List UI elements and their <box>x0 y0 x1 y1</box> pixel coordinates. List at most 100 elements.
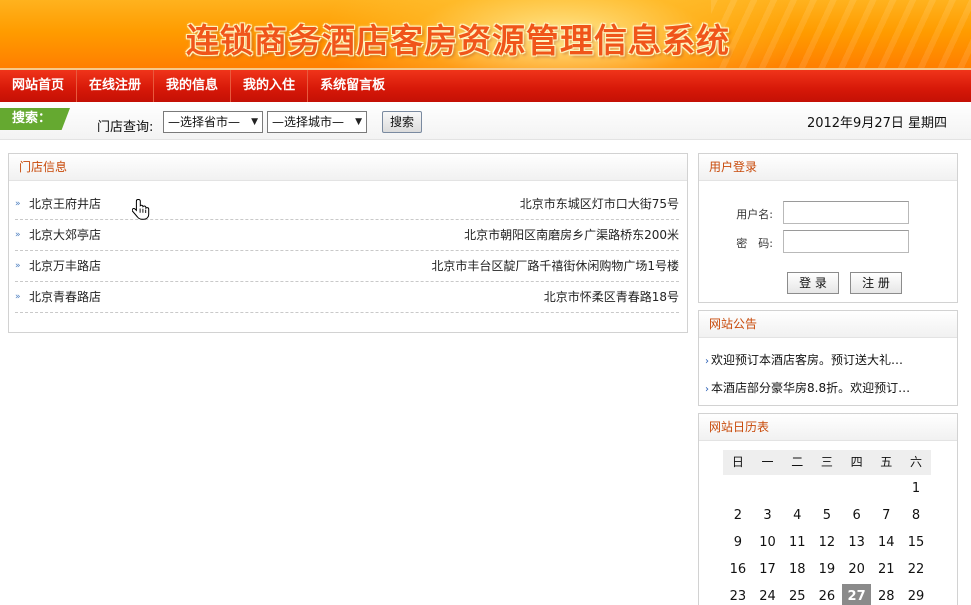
weekday-label: 日 <box>723 450 753 475</box>
weekday-label: 一 <box>752 450 783 475</box>
bullet-arrow-icon: › <box>705 356 709 367</box>
password-input[interactable] <box>783 230 909 253</box>
calendar-day[interactable]: 23 <box>723 584 753 605</box>
calendar-day[interactable]: 3 <box>753 503 783 529</box>
username-row: 用户名: <box>699 201 957 225</box>
search-tag: 搜索： <box>0 108 70 130</box>
calendar-day[interactable]: 5 <box>812 503 842 529</box>
calendar-day <box>782 476 812 502</box>
store-address: 北京市怀柔区青春路18号 <box>543 290 679 304</box>
search-bar: 搜索： 门店查询: —选择省市— ▼ —选择城市— ▼ 搜索 2012年9月27… <box>0 102 971 140</box>
hand-cursor-icon <box>132 199 150 220</box>
bullet-arrow-icon: › <box>705 384 709 395</box>
calendar-day[interactable]: 6 <box>842 503 872 529</box>
calendar-day <box>871 476 901 502</box>
calendar-day[interactable]: 17 <box>753 557 783 583</box>
calendar-day-today[interactable]: 27 <box>841 584 872 605</box>
calendar-day[interactable]: 2 <box>723 503 753 529</box>
province-select[interactable]: —选择省市— ▼ <box>163 111 263 133</box>
nav-item-my-stays[interactable]: 我的入住 <box>231 70 309 102</box>
calendar-day <box>812 476 842 502</box>
search-button[interactable]: 搜索 <box>382 111 422 133</box>
site-calendar-panel: 网站日历表 日 一 二 三 四 五 六 1 2 3 4 5 6 7 8 9 10 11 12 13 14 1… <box>698 413 958 605</box>
site-notice-panel: 网站公告 › 欢迎预订本酒店客房。预订送大礼… › 本酒店部分豪华房8.8折。欢迎预… <box>698 310 958 406</box>
double-chevron-icon: » <box>15 261 21 271</box>
username-label: 用户名: <box>736 208 773 221</box>
calendar-day[interactable]: 19 <box>812 557 842 583</box>
header-banner: 连锁商务酒店客房资源管理信息系统 <box>0 0 971 70</box>
list-item[interactable]: » 北京王府井店 北京市东城区灯市口大街75号 <box>15 189 679 220</box>
calendar-day[interactable]: 21 <box>871 557 901 583</box>
calendar-day[interactable]: 13 <box>842 530 872 556</box>
nav-item-message-board[interactable]: 系统留言板 <box>308 70 397 102</box>
user-login-panel: 用户登录 用户名: 密 码: 登 录 注 册 <box>698 153 958 303</box>
password-row: 密 码: <box>699 230 957 254</box>
calendar-day[interactable]: 25 <box>782 584 812 605</box>
calendar-day[interactable]: 28 <box>871 584 901 605</box>
current-date: 2012年9月27日 星期四 <box>806 116 947 131</box>
store-name[interactable]: 北京王府井店 <box>29 189 101 220</box>
calendar-day <box>723 476 753 502</box>
city-select-value: —选择城市— <box>272 115 345 129</box>
list-item[interactable]: » 北京万丰路店 北京市丰台区靛厂路千禧街休闲购物广场1号楼 <box>15 251 679 282</box>
calendar-week: 9 10 11 12 13 14 15 <box>723 530 931 556</box>
calendar-weekdays: 日 一 二 三 四 五 六 <box>723 450 931 475</box>
calendar-day[interactable]: 16 <box>723 557 753 583</box>
chevron-down-icon: ▼ <box>355 117 362 127</box>
notice-text[interactable]: 欢迎预订本酒店客房。预订送大礼… <box>711 353 903 367</box>
list-item[interactable]: › 欢迎预订本酒店客房。预订送大礼… <box>705 351 903 368</box>
calendar-day[interactable]: 12 <box>812 530 842 556</box>
username-input[interactable] <box>783 201 909 224</box>
double-chevron-icon: » <box>15 199 21 209</box>
calendar-day[interactable]: 10 <box>753 530 783 556</box>
calendar-day[interactable]: 18 <box>782 557 812 583</box>
calendar-day[interactable]: 8 <box>901 503 931 529</box>
store-address: 北京市丰台区靛厂路千禧街休闲购物广场1号楼 <box>431 259 679 273</box>
calendar-week: 1 <box>723 476 931 502</box>
store-query-label: 门店查询: <box>97 120 154 135</box>
store-address: 北京市东城区灯市口大街75号 <box>519 197 679 211</box>
calendar-day[interactable]: 20 <box>842 557 872 583</box>
calendar-day[interactable]: 1 <box>901 476 931 502</box>
calendar-day[interactable]: 24 <box>753 584 783 605</box>
weekday-label: 二 <box>782 450 813 475</box>
calendar-day[interactable]: 4 <box>782 503 812 529</box>
nav-item-home[interactable]: 网站首页 <box>0 70 78 102</box>
calendar-day <box>753 476 783 502</box>
store-name[interactable]: 北京万丰路店 <box>29 251 101 282</box>
calendar-day[interactable]: 14 <box>871 530 901 556</box>
chevron-down-icon: ▼ <box>251 117 258 127</box>
calendar-day <box>842 476 872 502</box>
list-item[interactable]: » 北京青春路店 北京市怀柔区青春路18号 <box>15 282 679 313</box>
calendar-week: 23 24 25 26 27 28 29 <box>723 584 931 605</box>
register-button[interactable]: 注 册 <box>850 272 902 294</box>
list-item[interactable]: › 本酒店部分豪华房8.8折。欢迎预订… <box>705 379 910 396</box>
store-name[interactable]: 北京大郊亭店 <box>29 220 101 251</box>
city-select[interactable]: —选择城市— ▼ <box>267 111 367 133</box>
nav-item-register[interactable]: 在线注册 <box>77 70 155 102</box>
login-button[interactable]: 登 录 <box>787 272 839 294</box>
nav-item-my-info[interactable]: 我的信息 <box>154 70 232 102</box>
store-info-title: 门店信息 <box>9 154 687 181</box>
double-chevron-icon: » <box>15 230 21 240</box>
calendar-day[interactable]: 29 <box>901 584 931 605</box>
calendar-day[interactable]: 15 <box>901 530 931 556</box>
calendar-days: 1 2 3 4 5 6 7 8 9 10 11 12 13 14 15 16 17 18 19 20 21 22 23 24 2… <box>723 476 931 605</box>
site-calendar-title: 网站日历表 <box>699 414 957 441</box>
calendar-week: 16 17 18 19 20 21 22 <box>723 557 931 583</box>
calendar-day[interactable]: 7 <box>871 503 901 529</box>
user-login-title: 用户登录 <box>699 154 957 181</box>
site-title: 连锁商务酒店客房资源管理信息系统 <box>186 21 730 60</box>
weekday-label: 六 <box>901 450 931 475</box>
calendar-day[interactable]: 9 <box>723 530 753 556</box>
notice-text[interactable]: 本酒店部分豪华房8.8折。欢迎预订… <box>711 381 910 395</box>
calendar-day[interactable]: 26 <box>812 584 842 605</box>
store-info-panel: 门店信息 » 北京王府井店 北京市东城区灯市口大街75号 » 北京大郊亭店 北京… <box>8 153 688 333</box>
calendar-day[interactable]: 11 <box>782 530 812 556</box>
list-item[interactable]: » 北京大郊亭店 北京市朝阳区南磨房乡广渠路桥东200米 <box>15 220 679 251</box>
store-name[interactable]: 北京青春路店 <box>29 282 101 313</box>
calendar-day[interactable]: 22 <box>901 557 931 583</box>
calendar-grid: 日 一 二 三 四 五 六 1 2 3 4 5 6 7 8 9 10 11 12 13 14 15 16 17 1… <box>723 450 931 605</box>
weekday-label: 五 <box>871 450 902 475</box>
site-notice-title: 网站公告 <box>699 311 957 338</box>
